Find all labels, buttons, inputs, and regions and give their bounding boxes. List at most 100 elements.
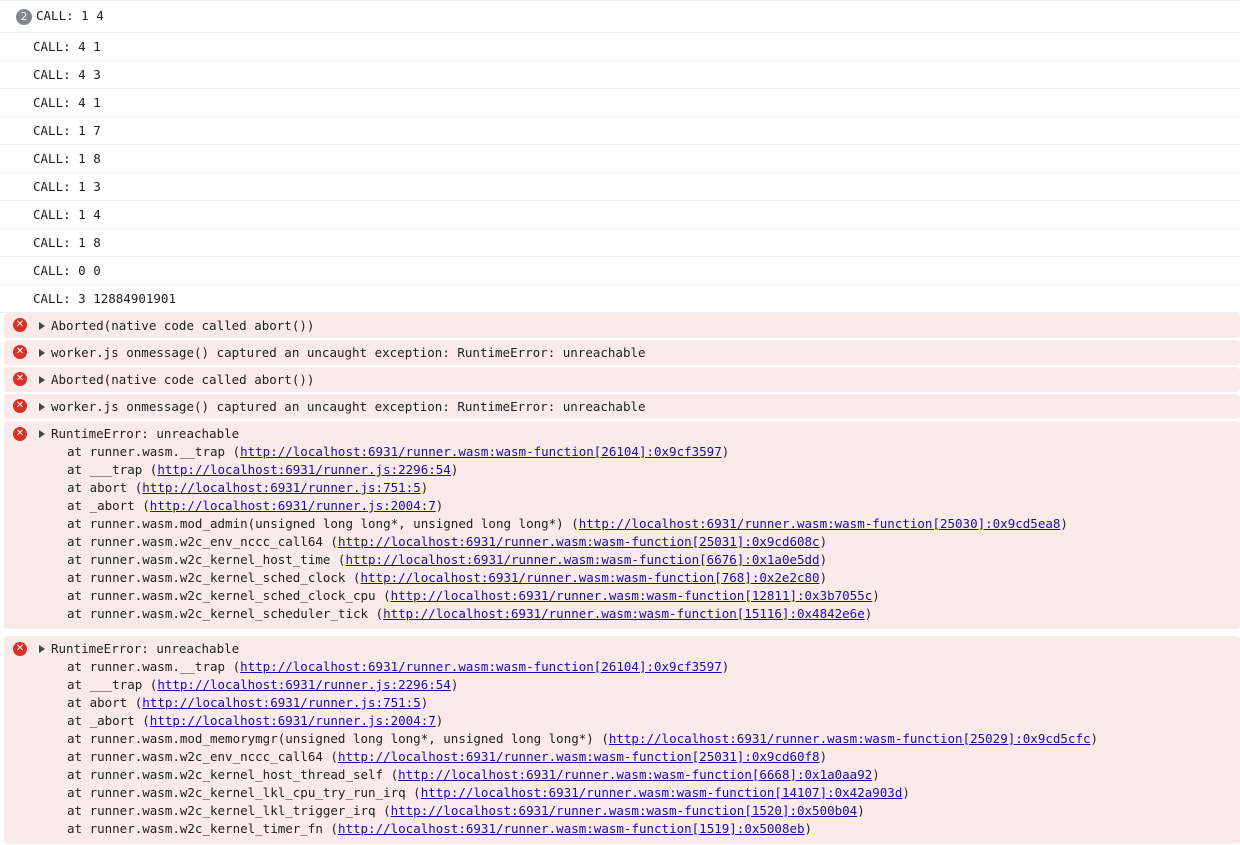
stack-frame: at runner.wasm.__trap (http://localhost:… [4, 443, 1240, 461]
expand-triangle-icon[interactable] [39, 376, 45, 384]
source-link[interactable]: http://localhost:6931/runner.wasm:wasm-f… [421, 785, 903, 800]
frame-function: at runner.wasm.w2c_kernel_timer_fn ( [67, 821, 338, 836]
frame-function: at runner.wasm.w2c_kernel_host_time ( [67, 552, 346, 567]
source-link[interactable]: http://localhost:6931/runner.wasm:wasm-f… [338, 749, 820, 764]
frame-function: at _abort ( [67, 713, 150, 728]
console-log-row: CALL: 1 3 [0, 173, 1240, 201]
error-x-icon: ✕ [13, 345, 27, 359]
console-error-row[interactable]: ✕ worker.js onmessage() captured an uncau… [4, 340, 1240, 366]
frame-function: at runner.wasm.__trap ( [67, 659, 241, 674]
source-link[interactable]: http://localhost:6931/runner.js:2004:7 [150, 498, 436, 513]
console-log-row: CALL: 1 8 [0, 145, 1240, 173]
frame-close-paren: ) [435, 498, 444, 513]
expand-triangle-icon[interactable] [39, 403, 45, 411]
error-stack-trace[interactable]: ✕ RuntimeError: unreachable at runner.wasm… [4, 421, 1240, 630]
expand-triangle-icon[interactable] [39, 349, 45, 357]
frame-close-paren: ) [819, 534, 828, 549]
error-message: Aborted(native code called abort()) [51, 318, 315, 333]
frame-close-paren: ) [872, 767, 880, 782]
console-log-row: CALL: 1 7 [0, 117, 1240, 145]
stack-frame: at runner.wasm.__trap (http://localhost:… [4, 658, 1240, 676]
source-link[interactable]: http://localhost:6931/runner.wasm:wasm-f… [398, 767, 872, 782]
console-log-row: CALL: 1 8 [0, 229, 1240, 257]
stack-frame: at runner.wasm.w2c_kernel_host_thread_se… [4, 766, 1240, 784]
source-link[interactable]: http://localhost:6931/runner.wasm:wasm-f… [345, 552, 819, 567]
error-message: Aborted(native code called abort()) [51, 372, 315, 387]
source-link[interactable]: http://localhost:6931/runner.wasm:wasm-f… [240, 659, 722, 674]
log-message: CALL: 0 0 [33, 263, 101, 278]
error-title: RuntimeError: unreachable [51, 641, 240, 656]
frame-close-paren: ) [864, 606, 873, 621]
log-message: CALL: 4 1 [33, 95, 101, 110]
source-link[interactable]: http://localhost:6931/runner.wasm:wasm-f… [240, 444, 722, 459]
frame-close-paren: ) [721, 444, 730, 459]
expand-triangle-icon[interactable] [39, 430, 45, 438]
console-panel: 2 CALL: 1 4 CALL: 4 1 CALL: 4 3 CALL: 4 1 CAL… [0, 0, 1240, 845]
source-link[interactable]: http://localhost:6931/runner.js:2004:7 [150, 713, 436, 728]
console-log-list: 2 CALL: 1 4 CALL: 4 1 CALL: 4 3 CALL: 4 1 CAL… [0, 0, 1240, 313]
frame-function: at abort ( [67, 480, 143, 495]
frame-function: at runner.wasm.mod_admin(unsigned long l… [67, 516, 579, 531]
stack-frame: at abort (http://localhost:6931/runner.j… [4, 479, 1240, 497]
frame-function: at runner.wasm.w2c_kernel_sched_clock ( [67, 570, 361, 585]
console-log-row: CALL: 4 1 [0, 33, 1240, 61]
frame-function: at runner.wasm.w2c_kernel_sched_clock_cp… [67, 588, 391, 603]
source-link[interactable]: http://localhost:6931/runner.js:2296:54 [157, 462, 451, 477]
error-stack-trace[interactable]: ✕ RuntimeError: unreachable at runner.wasm… [4, 636, 1240, 845]
source-link[interactable]: http://localhost:6931/runner.js:751:5 [142, 480, 420, 495]
log-message: CALL: 1 4 [33, 207, 101, 222]
stack-frame: at runner.wasm.mod_memorymgr(unsigned lo… [4, 730, 1240, 748]
frame-close-paren: ) [721, 659, 730, 674]
frame-function: at runner.wasm.w2c_kernel_scheduler_tick… [67, 606, 384, 621]
error-message: worker.js onmessage() captured an uncaug… [51, 399, 646, 414]
log-message: CALL: 3 12884901901 [33, 291, 176, 306]
stack-frame: at _abort (http://localhost:6931/runner.… [4, 497, 1240, 515]
frame-close-paren: ) [435, 713, 444, 728]
stack-frame: at runner.wasm.w2c_kernel_lkl_cpu_try_ru… [4, 784, 1240, 802]
error-x-icon: ✕ [13, 427, 27, 441]
stack-frame: at runner.wasm.w2c_kernel_lkl_trigger_ir… [4, 802, 1240, 820]
log-message: CALL: 4 1 [33, 39, 101, 54]
stack-frame: at ___trap (http://localhost:6931/runner… [4, 461, 1240, 479]
frame-function: at runner.wasm.w2c_kernel_host_thread_se… [67, 767, 399, 782]
console-log-row: 2 CALL: 1 4 [0, 0, 1240, 33]
source-link[interactable]: http://localhost:6931/runner.js:751:5 [142, 695, 420, 710]
console-log-row: CALL: 4 3 [0, 61, 1240, 89]
expand-triangle-icon[interactable] [39, 322, 45, 330]
stack-frame: at runner.wasm.w2c_env_nccc_call64 (http… [4, 748, 1240, 766]
console-log-row: CALL: 1 4 [0, 201, 1240, 229]
log-message: CALL: 1 8 [33, 235, 101, 250]
source-link[interactable]: http://localhost:6931/runner.wasm:wasm-f… [391, 803, 858, 818]
source-link[interactable]: http://localhost:6931/runner.wasm:wasm-f… [338, 534, 820, 549]
stack-frame: at ___trap (http://localhost:6931/runner… [4, 676, 1240, 694]
frame-close-paren: ) [819, 552, 828, 567]
console-error-row[interactable]: ✕ Aborted(native code called abort()) [4, 367, 1240, 393]
console-error-row[interactable]: ✕ worker.js onmessage() captured an uncau… [4, 394, 1240, 420]
error-message: worker.js onmessage() captured an uncaug… [51, 345, 646, 360]
frame-close-paren: ) [420, 695, 429, 710]
frame-close-paren: ) [902, 785, 910, 800]
error-title: RuntimeError: unreachable [51, 426, 240, 441]
frame-function: at abort ( [67, 695, 143, 710]
stack-frame: at _abort (http://localhost:6931/runner.… [4, 712, 1240, 730]
console-error-list: ✕ Aborted(native code called abort()) ✕ wor… [0, 313, 1240, 420]
stack-frame: at runner.wasm.w2c_kernel_timer_fn (http… [4, 820, 1240, 838]
source-link[interactable]: http://localhost:6931/runner.wasm:wasm-f… [361, 570, 820, 585]
source-link[interactable]: http://localhost:6931/runner.wasm:wasm-f… [609, 731, 1091, 746]
source-link[interactable]: http://localhost:6931/runner.wasm:wasm-f… [338, 821, 805, 836]
source-link[interactable]: http://localhost:6931/runner.wasm:wasm-f… [391, 588, 873, 603]
expand-triangle-icon[interactable] [39, 645, 45, 653]
console-error-row[interactable]: ✕ Aborted(native code called abort()) [4, 313, 1240, 339]
source-link[interactable]: http://localhost:6931/runner.wasm:wasm-f… [383, 606, 865, 621]
frame-close-paren: ) [872, 588, 880, 603]
error-x-icon: ✕ [13, 372, 27, 386]
source-link[interactable]: http://localhost:6931/runner.js:2296:54 [157, 677, 451, 692]
console-log-row: CALL: 3 12884901901 [0, 285, 1240, 313]
error-heading: ✕ RuntimeError: unreachable [4, 640, 1240, 658]
stack-frame: at runner.wasm.w2c_env_nccc_call64 (http… [4, 533, 1240, 551]
stack-frame: at runner.wasm.w2c_kernel_scheduler_tick… [4, 605, 1240, 623]
source-link[interactable]: http://localhost:6931/runner.wasm:wasm-f… [579, 516, 1061, 531]
frame-function: at runner.wasm.w2c_kernel_lkl_cpu_try_ru… [67, 785, 421, 800]
log-message: CALL: 1 8 [33, 151, 101, 166]
repeat-count-badge: 2 [16, 8, 32, 25]
